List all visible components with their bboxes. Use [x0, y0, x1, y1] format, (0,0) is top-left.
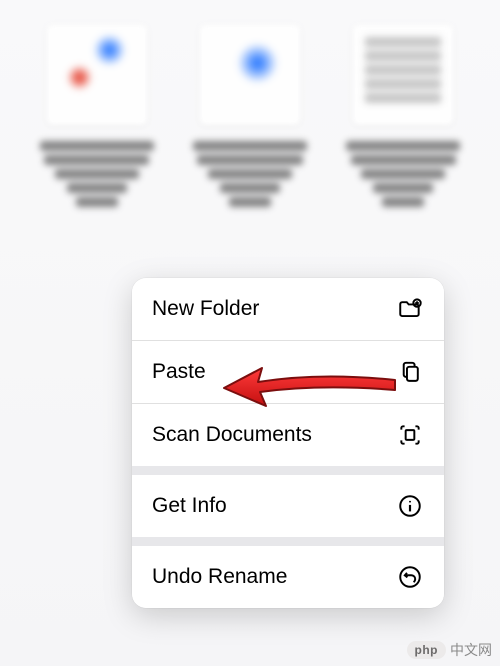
file-thumbnail — [200, 25, 300, 125]
menu-item-label: New Folder — [152, 297, 396, 321]
undo-icon — [396, 563, 424, 591]
menu-item-label: Scan Documents — [152, 423, 396, 447]
paste-icon — [396, 358, 424, 386]
context-menu: New Folder Paste Scan Documents Get Info… — [132, 278, 444, 608]
file-thumbnail — [47, 25, 147, 125]
file-label — [190, 137, 310, 227]
watermark-pill: php — [407, 641, 447, 659]
info-icon — [396, 492, 424, 520]
menu-item-paste[interactable]: Paste — [132, 340, 444, 403]
menu-item-new-folder[interactable]: New Folder — [132, 278, 444, 340]
menu-item-scan-documents[interactable]: Scan Documents — [132, 403, 444, 466]
menu-item-undo-rename[interactable]: Undo Rename — [132, 546, 444, 608]
file-label — [343, 137, 463, 227]
file-thumbnail — [353, 25, 453, 125]
menu-separator — [132, 466, 444, 475]
file-grid — [0, 0, 500, 227]
menu-item-label: Undo Rename — [152, 565, 396, 589]
file-item — [30, 25, 163, 227]
folder-plus-icon — [396, 295, 424, 323]
menu-item-get-info[interactable]: Get Info — [132, 475, 444, 537]
file-item — [183, 25, 316, 227]
menu-item-label: Paste — [152, 360, 396, 384]
watermark: php 中文网 — [407, 640, 493, 660]
watermark-text: 中文网 — [450, 640, 492, 660]
scan-icon — [396, 421, 424, 449]
file-label — [37, 137, 157, 227]
menu-separator — [132, 537, 444, 546]
file-item — [337, 25, 470, 227]
menu-item-label: Get Info — [152, 494, 396, 518]
